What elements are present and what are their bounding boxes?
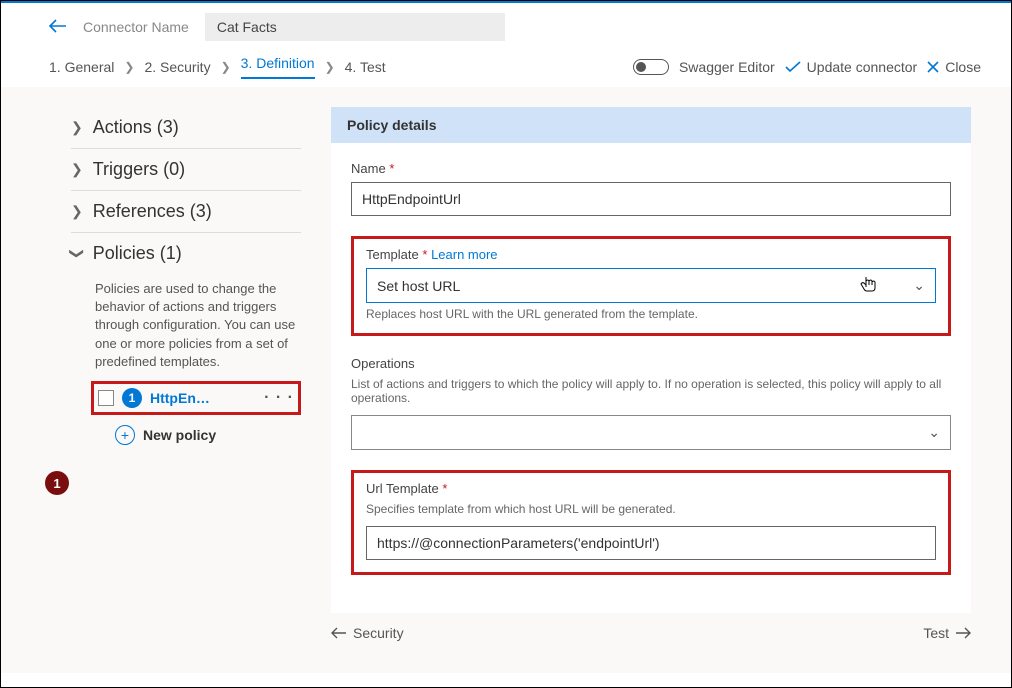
name-input[interactable] — [351, 182, 951, 216]
step-definition[interactable]: 3. Definition — [241, 55, 315, 79]
header-connector-row: Connector Name Cat Facts — [1, 3, 1011, 41]
update-connector-label: Update connector — [807, 59, 918, 75]
operations-label: Operations — [351, 356, 951, 371]
chevron-right-icon: ❯ — [124, 60, 134, 74]
sidebar-actions-label: Actions (3) — [93, 117, 179, 138]
required-asterisk: * — [389, 161, 394, 176]
field-name-section: Name * — [351, 161, 951, 216]
policy-checkbox[interactable] — [98, 390, 114, 406]
next-step-link[interactable]: Test — [923, 625, 971, 641]
update-connector-button[interactable]: Update connector — [785, 59, 918, 75]
field-template-section: Template * Learn more Set host URL ⌄ Rep… — [351, 236, 951, 336]
url-template-help-text: Specifies template from which host URL w… — [366, 502, 936, 516]
template-label: Template * Learn more — [366, 247, 936, 262]
prev-step-link[interactable]: Security — [331, 625, 404, 641]
sidebar-triggers-label: Triggers (0) — [93, 159, 185, 180]
url-template-label-text: Url Template — [366, 481, 439, 496]
template-help-text: Replaces host URL with the URL generated… — [366, 307, 936, 321]
chevron-right-icon: ❯ — [71, 203, 83, 220]
step-test[interactable]: 4. Test — [345, 59, 386, 75]
step-security[interactable]: 2. Security — [144, 59, 210, 75]
close-button[interactable]: Close — [927, 59, 981, 75]
back-arrow-icon[interactable] — [49, 17, 67, 38]
panel-title: Policy details — [331, 107, 971, 143]
swagger-editor-label[interactable]: Swagger Editor — [679, 59, 775, 75]
chevron-right-icon: ❯ — [71, 119, 83, 136]
policies-description: Policies are used to change the behavior… — [71, 274, 301, 381]
template-selected-value: Set host URL — [377, 278, 460, 294]
footer-nav: Security Test — [331, 613, 971, 641]
required-asterisk: * — [442, 481, 447, 496]
plus-circle-icon: + — [115, 425, 135, 445]
swagger-toggle[interactable] — [633, 59, 669, 75]
policy-more-icon[interactable]: · · · — [264, 389, 294, 407]
sidebar: ❯ Actions (3) ❯ Triggers (0) ❯ Reference… — [1, 107, 321, 673]
name-label: Name * — [351, 161, 951, 176]
chevron-down-icon: ⌄ — [913, 277, 925, 294]
next-step-label: Test — [923, 625, 949, 641]
prev-step-label: Security — [353, 625, 404, 641]
name-label-text: Name — [351, 161, 386, 176]
policy-item-name: HttpEn… — [150, 390, 256, 406]
chevron-right-icon: ❯ — [221, 60, 231, 74]
template-label-text: Template — [366, 247, 419, 262]
operations-select[interactable]: ⌄ — [351, 415, 951, 450]
chevron-right-icon: ❯ — [325, 60, 335, 74]
close-icon — [927, 61, 939, 73]
new-policy-label: New policy — [143, 427, 216, 443]
chevron-down-icon: ❯ — [68, 248, 85, 260]
sidebar-item-actions[interactable]: ❯ Actions (3) — [71, 107, 301, 149]
sidebar-item-policies[interactable]: ❯ Policies (1) — [71, 233, 301, 274]
content-area: 1 2 3 ❯ Actions (3) ❯ Triggers (0) ❯ Ref… — [1, 87, 1011, 673]
chevron-right-icon: ❯ — [71, 161, 83, 178]
wizard-steps-row: 1. General ❯ 2. Security ❯ 3. Definition… — [1, 41, 1011, 87]
required-asterisk: * — [422, 247, 427, 262]
main-panel: Policy details Name * Template * Learn m… — [321, 107, 1011, 673]
learn-more-link[interactable]: Learn more — [431, 247, 497, 262]
field-operations-section: Operations List of actions and triggers … — [351, 356, 951, 450]
policy-list-item[interactable]: 1 HttpEn… · · · — [91, 381, 301, 415]
panel-body: Name * Template * Learn more Set host UR… — [331, 143, 971, 613]
sidebar-item-references[interactable]: ❯ References (3) — [71, 191, 301, 233]
chevron-down-icon: ⌄ — [928, 424, 940, 441]
checkmark-icon — [785, 61, 801, 73]
url-template-label: Url Template * — [366, 481, 936, 496]
step-general[interactable]: 1. General — [49, 59, 114, 75]
connector-name-label: Connector Name — [83, 19, 189, 35]
url-template-input[interactable] — [366, 526, 936, 560]
close-label: Close — [945, 59, 981, 75]
policy-order-badge: 1 — [122, 388, 142, 408]
sidebar-item-triggers[interactable]: ❯ Triggers (0) — [71, 149, 301, 191]
new-policy-button[interactable]: + New policy — [71, 415, 301, 445]
callout-badge-1: 1 — [45, 471, 69, 495]
template-select[interactable]: Set host URL ⌄ — [366, 268, 936, 303]
arrow-right-icon — [955, 627, 971, 639]
sidebar-references-label: References (3) — [93, 201, 212, 222]
operations-help-text: List of actions and triggers to which th… — [351, 377, 951, 405]
arrow-left-icon — [331, 627, 347, 639]
connector-name-input[interactable]: Cat Facts — [205, 13, 505, 41]
field-url-template-section: Url Template * Specifies template from w… — [351, 470, 951, 575]
sidebar-policies-label: Policies (1) — [93, 243, 182, 264]
